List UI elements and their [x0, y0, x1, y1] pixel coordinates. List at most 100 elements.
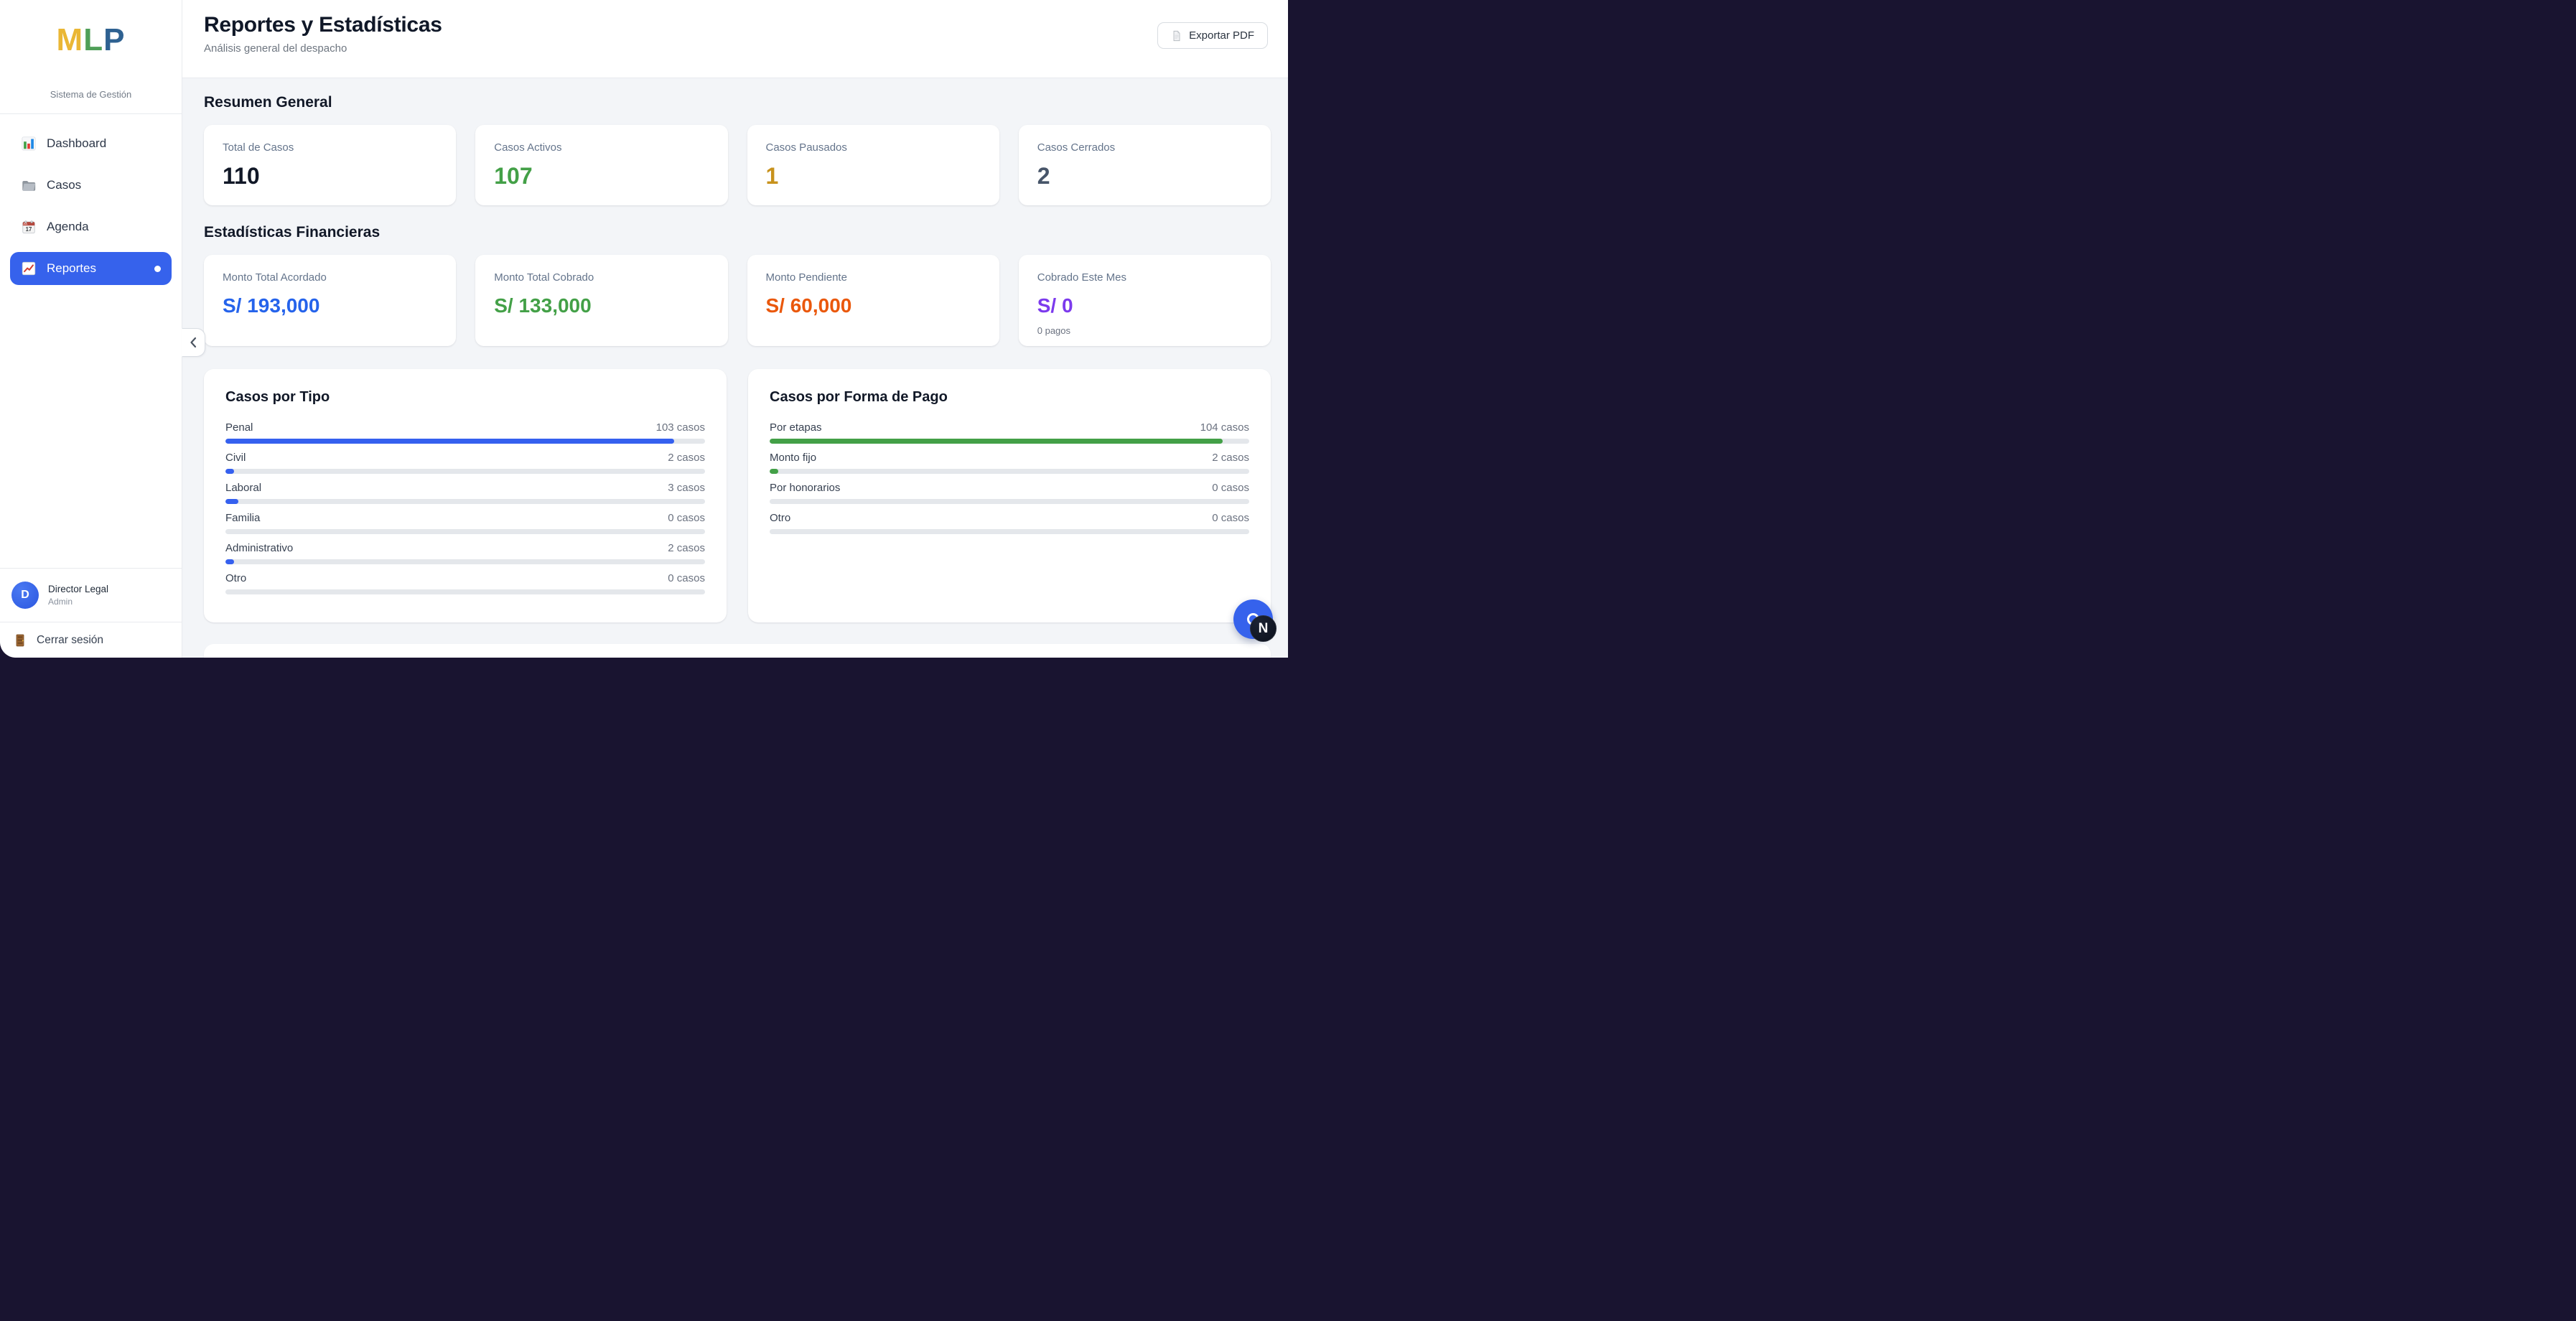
- bar-label: Laboral: [225, 482, 261, 494]
- sidebar-item-label: Reportes: [47, 261, 96, 276]
- fin-value: S/ 133,000: [494, 294, 709, 317]
- stat-value: 107: [494, 163, 709, 190]
- bar-fill: [770, 439, 1223, 444]
- bar-value: 0 casos: [668, 572, 705, 584]
- bar-row-familia: Familia0 casos: [225, 512, 705, 534]
- bar-value: 2 casos: [668, 452, 705, 464]
- fin-card-acordado: Monto Total Acordado S/ 193,000: [204, 255, 456, 346]
- export-pdf-label: Exportar PDF: [1189, 29, 1254, 42]
- stat-label: Total de Casos: [223, 141, 437, 154]
- page-header: Reportes y Estadísticas Análisis general…: [182, 0, 1288, 78]
- active-indicator-dot: [154, 266, 161, 272]
- bar-row-otro-tipo: Otro 0 casos: [225, 572, 705, 594]
- bar-row-administrativo: Administrativo2 casos: [225, 542, 705, 564]
- financial-heading: Estadísticas Financieras: [204, 224, 1271, 241]
- panel-title: Casos por Tipo: [225, 389, 705, 406]
- nextjs-n-letter: N: [1259, 621, 1269, 637]
- logo-text: MLP: [0, 24, 182, 56]
- bar-track: [770, 469, 1249, 474]
- bar-label: Otro: [225, 572, 246, 584]
- sidebar-item-label: Casos: [47, 178, 81, 192]
- door-icon: [13, 633, 27, 648]
- sidebar-item-dashboard[interactable]: Dashboard: [10, 127, 172, 160]
- chart-up-icon: [21, 261, 37, 276]
- bar-label: Otro: [770, 512, 790, 524]
- stat-card-total: Total de Casos 110: [204, 125, 456, 205]
- sidebar-item-label: Agenda: [47, 220, 89, 234]
- stat-label: Casos Cerrados: [1037, 141, 1252, 154]
- bar-track: [225, 439, 705, 444]
- bar-track: [770, 529, 1249, 534]
- user-name: Director Legal: [48, 584, 108, 594]
- bar-label: Por etapas: [770, 421, 822, 434]
- sidebar-item-label: Dashboard: [47, 136, 106, 151]
- fin-card-pendiente: Monto Pendiente S/ 60,000: [747, 255, 999, 346]
- logout-label: Cerrar sesión: [37, 634, 103, 647]
- bar-fill: [770, 469, 778, 474]
- bar-fill: [225, 559, 234, 564]
- avatar: D: [11, 582, 39, 609]
- page-subtitle: Análisis general del despacho: [204, 42, 1268, 55]
- stat-label: Casos Activos: [494, 141, 709, 154]
- sidebar-collapse-button[interactable]: [182, 328, 205, 357]
- sidebar: MLP Sistema de Gestión Dashboard: [0, 0, 182, 658]
- fin-label: Monto Total Acordado: [223, 271, 437, 284]
- user-section: D Director Legal Admin: [0, 568, 182, 622]
- page-title: Reportes y Estadísticas: [204, 13, 1268, 37]
- fin-label: Monto Pendiente: [766, 271, 981, 284]
- fin-value: S/ 193,000: [223, 294, 437, 317]
- svg-text:17: 17: [26, 226, 32, 233]
- bar-track: [770, 439, 1249, 444]
- bar-label: Por honorarios: [770, 482, 840, 494]
- fin-note: 0 pagos: [1037, 325, 1252, 336]
- logo-letter-m: M: [57, 22, 84, 57]
- bar-label: Monto fijo: [770, 452, 816, 464]
- stat-label: Casos Pausados: [766, 141, 981, 154]
- bar-fill: [225, 439, 674, 444]
- fin-card-mes: Cobrado Este Mes S/ 0 0 pagos: [1019, 255, 1271, 346]
- bar-value: 2 casos: [1212, 452, 1249, 464]
- bar-label: Civil: [225, 452, 246, 464]
- bar-value: 103 casos: [656, 421, 705, 434]
- fin-label: Cobrado Este Mes: [1037, 271, 1252, 284]
- sidebar-item-reportes[interactable]: Reportes: [10, 252, 172, 285]
- sidebar-item-casos[interactable]: Casos: [10, 169, 172, 202]
- fin-label: Monto Total Cobrado: [494, 271, 709, 284]
- bar-label: Penal: [225, 421, 253, 434]
- logout-button[interactable]: Cerrar sesión: [0, 622, 182, 658]
- nextjs-dev-badge[interactable]: N: [1250, 615, 1277, 642]
- bar-track: [225, 499, 705, 504]
- main-content: Reportes y Estadísticas Análisis general…: [182, 0, 1288, 658]
- fin-card-cobrado: Monto Total Cobrado S/ 133,000: [475, 255, 727, 346]
- bar-track: [770, 499, 1249, 504]
- panel-casos-por-tipo: Casos por Tipo Penal 103 casos Civil 2 cas…: [204, 369, 727, 622]
- summary-heading: Resumen General: [204, 94, 1271, 111]
- sidebar-nav: Dashboard Casos 17 JUL Agenda: [0, 114, 182, 294]
- bar-value: 0 casos: [1212, 512, 1249, 524]
- financial-cards: Monto Total Acordado S/ 193,000 Monto To…: [204, 255, 1271, 346]
- bar-track: [225, 469, 705, 474]
- fin-value: S/ 60,000: [766, 294, 981, 317]
- bar-fill: [225, 499, 238, 504]
- stat-value: 2: [1037, 163, 1252, 190]
- bar-track: [225, 559, 705, 564]
- logo-letter-l: L: [83, 22, 103, 57]
- logo: MLP Sistema de Gestión: [0, 0, 182, 114]
- export-pdf-button[interactable]: Exportar PDF: [1157, 22, 1268, 49]
- sidebar-item-agenda[interactable]: 17 JUL Agenda: [10, 210, 172, 243]
- scroll-content: Resumen General Total de Casos 110 Casos…: [182, 78, 1288, 658]
- logo-letter-p: P: [103, 22, 125, 57]
- bar-row-etapas: Por etapas104 casos: [770, 421, 1249, 444]
- document-icon: [1171, 30, 1182, 42]
- user-info: Director Legal Admin: [48, 584, 108, 607]
- bar-row-penal: Penal 103 casos: [225, 421, 705, 444]
- user-role: Admin: [48, 597, 108, 607]
- bar-fill: [225, 469, 234, 474]
- bar-value: 3 casos: [668, 482, 705, 494]
- summary-cards: Total de Casos 110 Casos Activos 107 Cas…: [204, 125, 1271, 205]
- stat-card-pausados: Casos Pausados 1: [747, 125, 999, 205]
- bar-value: 0 casos: [668, 512, 705, 524]
- app-window: MLP Sistema de Gestión Dashboard: [0, 0, 1288, 658]
- bar-row-honorarios: Por honorarios0 casos: [770, 482, 1249, 504]
- chevron-left-icon: [188, 336, 199, 349]
